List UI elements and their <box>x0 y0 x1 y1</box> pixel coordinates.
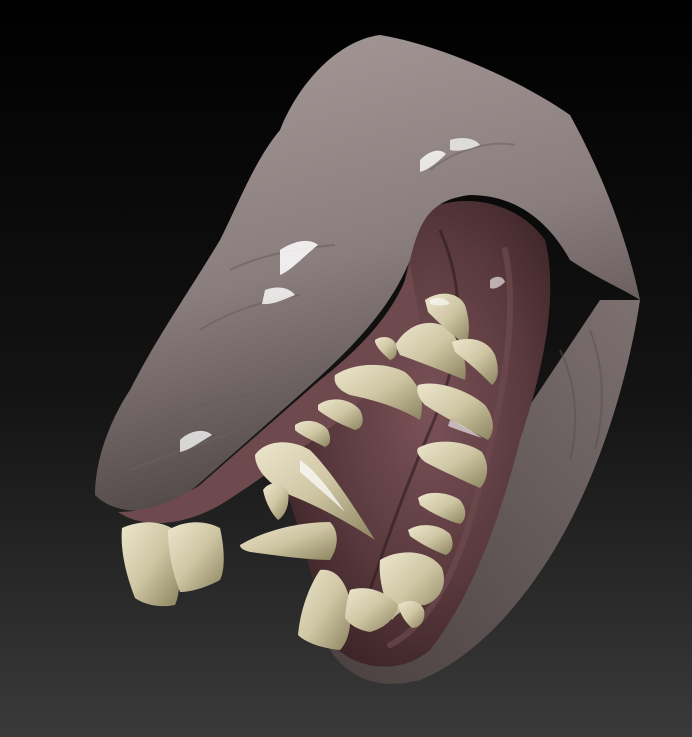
render-viewport <box>0 0 692 737</box>
tooth <box>168 522 224 592</box>
render-scene <box>0 0 692 737</box>
